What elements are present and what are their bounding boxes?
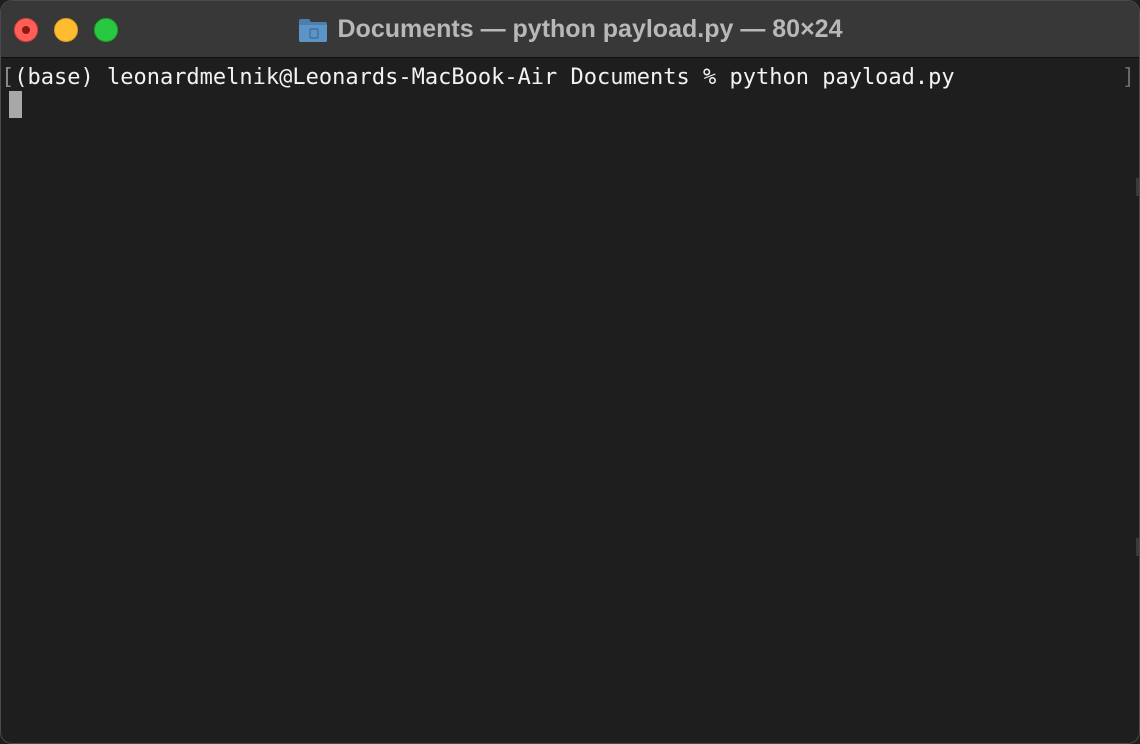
text-cursor xyxy=(9,91,22,118)
terminal-content[interactable]: [(base) leonardmelnik@Leonards-MacBook-A… xyxy=(1,58,1139,743)
window-title-area: Documents — python payload.py — 80×24 xyxy=(1,1,1139,58)
title-bar[interactable]: Documents — python payload.py — 80×24 xyxy=(1,1,1139,58)
right-bracket: ] xyxy=(1121,65,1135,90)
window-title: Documents — python payload.py — 80×24 xyxy=(337,15,843,43)
scroll-marker-bottom xyxy=(1136,538,1139,556)
folder-icon xyxy=(298,18,327,42)
left-bracket: [ xyxy=(1,65,15,90)
scroll-marker-top xyxy=(1136,178,1139,196)
command-text: (base) leonardmelnik@Leonards-MacBook-Ai… xyxy=(14,65,955,90)
terminal-window: Documents — python payload.py — 80×24 [(… xyxy=(0,0,1140,744)
prompt-line: [(base) leonardmelnik@Leonards-MacBook-A… xyxy=(1,64,955,92)
